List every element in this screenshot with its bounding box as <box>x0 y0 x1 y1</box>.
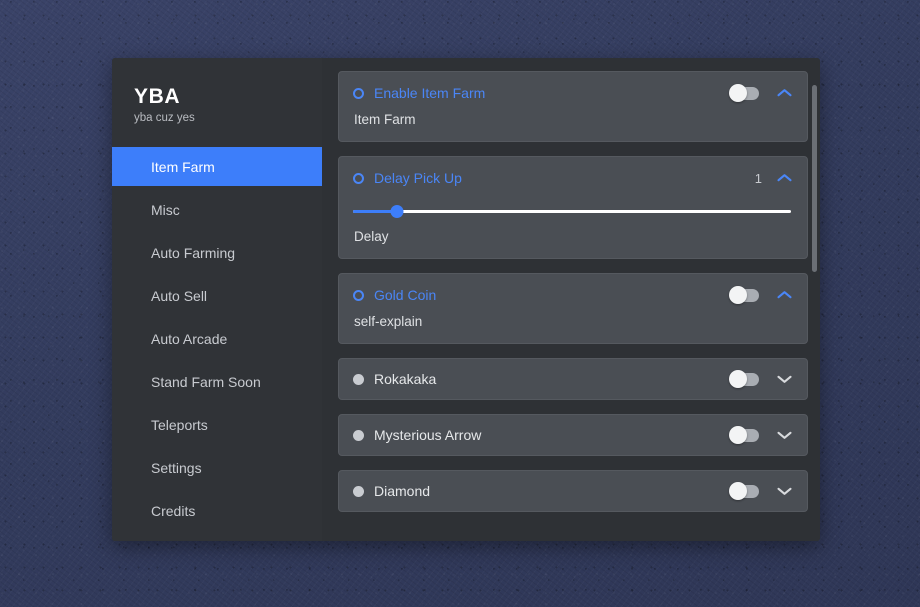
card-gold-coin[interactable]: Gold Coin self-explain <box>338 273 808 344</box>
sidebar: YBA yba cuz yes Item Farm Misc Auto Farm… <box>112 58 322 541</box>
card-description: Delay <box>354 229 389 244</box>
toggle-switch[interactable] <box>729 426 759 444</box>
dot-icon <box>353 429 364 441</box>
chevron-down-icon[interactable] <box>775 370 793 388</box>
sidebar-item-label: Auto Farming <box>151 244 236 261</box>
ring-icon <box>353 289 364 301</box>
card-description: self-explain <box>354 314 423 329</box>
card-rokakaka[interactable]: Rokakaka <box>338 358 808 400</box>
slider-value-label: 1 <box>754 170 762 186</box>
sidebar-item-auto-sell[interactable]: Auto Sell <box>112 276 322 315</box>
ring-icon <box>353 87 364 99</box>
brand-title: YBA <box>134 85 181 108</box>
dot-icon <box>353 485 364 497</box>
card-header[interactable]: Enable Item Farm <box>353 72 793 114</box>
sidebar-item-credits[interactable]: Credits <box>112 491 322 530</box>
application-window: YBA yba cuz yes Item Farm Misc Auto Farm… <box>112 58 820 541</box>
toggle-switch[interactable] <box>729 370 759 388</box>
toggle-switch[interactable] <box>729 84 759 102</box>
sidebar-item-settings[interactable]: Settings <box>112 448 322 487</box>
sidebar-item-label: Credits <box>151 502 196 519</box>
sidebar-item-item-farm[interactable]: Item Farm <box>112 147 322 186</box>
card-header[interactable]: Rokakaka <box>353 359 793 399</box>
card-title: Gold Coin <box>374 287 437 303</box>
card-header[interactable]: Mysterious Arrow <box>353 415 793 455</box>
brand-subtitle: yba cuz yes <box>134 112 195 124</box>
card-enable-item-farm[interactable]: Enable Item Farm Item Farm <box>338 71 808 142</box>
toggle-knob <box>729 286 747 304</box>
settings-card-list: Enable Item Farm Item Farm Delay Pick Up… <box>338 71 808 512</box>
card-title: Diamond <box>374 483 431 499</box>
sidebar-item-label: Auto Arcade <box>151 330 228 347</box>
content-pane: Enable Item Farm Item Farm Delay Pick Up… <box>322 58 820 541</box>
card-header[interactable]: Delay Pick Up 1 <box>353 157 793 199</box>
sidebar-item-label: Stand Farm Soon <box>151 373 261 390</box>
card-title: Mysterious Arrow <box>374 427 482 443</box>
card-title: Rokakaka <box>374 371 437 387</box>
toggle-knob <box>729 482 747 500</box>
card-header[interactable]: Gold Coin <box>353 274 793 316</box>
card-header[interactable]: Diamond <box>353 471 793 511</box>
chevron-down-icon[interactable] <box>775 426 793 444</box>
sidebar-item-label: Settings <box>151 459 202 476</box>
chevron-down-icon[interactable] <box>775 482 793 500</box>
card-title: Delay Pick Up <box>374 170 462 186</box>
sidebar-item-label: Auto Sell <box>151 287 208 304</box>
card-description: Item Farm <box>354 112 416 127</box>
sidebar-item-label: Teleports <box>151 416 208 433</box>
sidebar-item-label: Item Farm <box>151 158 215 175</box>
card-mysterious-arrow[interactable]: Mysterious Arrow <box>338 414 808 456</box>
toggle-knob <box>729 370 747 388</box>
brand-block: YBA yba cuz yes <box>112 85 322 126</box>
toggle-knob <box>729 426 747 444</box>
sidebar-item-label: Misc <box>151 201 180 218</box>
card-delay-pick-up[interactable]: Delay Pick Up 1 Delay <box>338 156 808 259</box>
chevron-up-icon[interactable] <box>775 84 793 102</box>
slider-thumb[interactable] <box>390 205 404 218</box>
delay-slider[interactable] <box>353 203 791 219</box>
sidebar-item-stand-farm-soon[interactable]: Stand Farm Soon <box>112 362 322 401</box>
slider-track <box>353 210 791 213</box>
card-diamond[interactable]: Diamond <box>338 470 808 512</box>
sidebar-item-teleports[interactable]: Teleports <box>112 405 322 444</box>
ring-icon <box>353 172 364 184</box>
scrollbar-track[interactable] <box>812 71 817 541</box>
chevron-up-icon[interactable] <box>775 169 793 187</box>
toggle-switch[interactable] <box>729 482 759 500</box>
sidebar-item-auto-arcade[interactable]: Auto Arcade <box>112 319 322 358</box>
chevron-up-icon[interactable] <box>775 286 793 304</box>
toggle-knob <box>729 84 747 102</box>
sidebar-item-misc[interactable]: Misc <box>112 190 322 229</box>
sidebar-item-auto-farming[interactable]: Auto Farming <box>112 233 322 272</box>
card-title: Enable Item Farm <box>374 85 486 101</box>
dot-icon <box>353 373 364 385</box>
toggle-switch[interactable] <box>729 286 759 304</box>
scrollbar-thumb[interactable] <box>812 85 817 272</box>
